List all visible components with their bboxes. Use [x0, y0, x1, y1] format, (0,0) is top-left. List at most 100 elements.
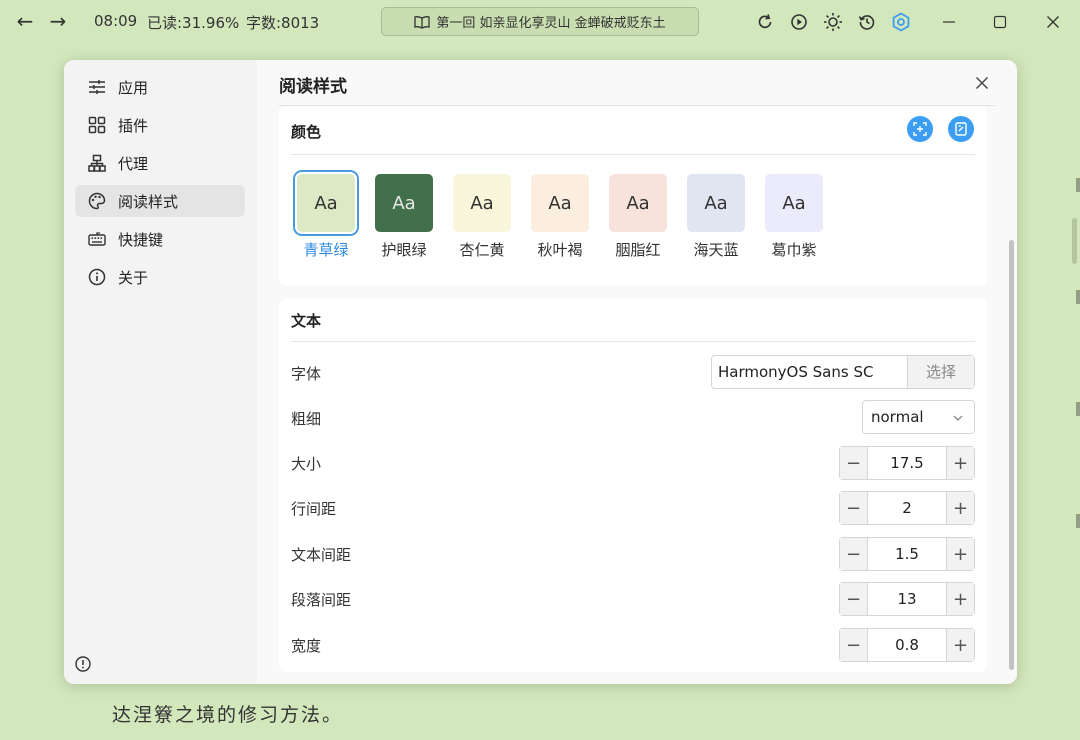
- brightness-icon[interactable]: [821, 10, 845, 34]
- decrease-button[interactable]: −: [840, 447, 868, 479]
- swatch-sample: Aa: [548, 192, 572, 214]
- page-title: 阅读样式: [279, 77, 347, 97]
- sidebar-item-proxy[interactable]: 代理: [75, 147, 245, 179]
- dialog-scrollbar[interactable]: [1009, 240, 1014, 670]
- choose-font-button[interactable]: 选择: [907, 356, 974, 388]
- swatch-sample: Aa: [626, 192, 650, 214]
- line-height-value[interactable]: 2: [868, 492, 946, 524]
- reading-text: 达涅簝之境的修习方法。: [112, 704, 344, 726]
- title-bar: ← → 08:09 已读:31.96% 字数:8013 第一回 如亲显化享灵山 …: [0, 0, 1080, 44]
- size-label: 大小: [291, 455, 322, 473]
- maximize-icon[interactable]: [988, 10, 1012, 34]
- size-value[interactable]: 17.5: [868, 447, 946, 479]
- custom-color-icon[interactable]: [907, 116, 933, 142]
- width-stepper: − 0.8 +: [839, 628, 975, 662]
- swatch-grass-green[interactable]: Aa: [297, 174, 355, 232]
- sidebar-item-shortcuts[interactable]: 快捷键: [75, 223, 245, 255]
- swatch-label: 葛巾紫: [771, 241, 817, 259]
- history-icon[interactable]: [855, 10, 879, 34]
- chapter-title: 第一回 如亲显化享灵山 金蝉破戒贬东土: [436, 16, 666, 31]
- grid-icon: [87, 115, 107, 135]
- swatch-rouge-red[interactable]: Aa: [609, 174, 667, 232]
- swatch-label: 秋叶褐: [537, 241, 583, 259]
- text-section: 文本 字体 HarmonyOS Sans SC 选择 粗细 normal 大小 …: [279, 298, 987, 672]
- letter-spacing-label: 文本间距: [291, 546, 352, 564]
- play-icon[interactable]: [787, 10, 811, 34]
- swatch-label: 杏仁黄: [459, 241, 505, 259]
- sidebar-item-app[interactable]: 应用: [75, 71, 245, 103]
- sidebar-item-reading-style[interactable]: 阅读样式: [75, 185, 245, 217]
- decrease-button[interactable]: −: [840, 583, 868, 615]
- clipped-text-fragment: [1076, 514, 1080, 528]
- sidebar-item-label: 阅读样式: [118, 192, 179, 211]
- swatch-sample: Aa: [314, 192, 338, 214]
- info-icon[interactable]: [74, 655, 92, 673]
- color-section: 颜色 Aa 青草绿 Aa 护眼绿 Aa 杏仁黄 Aa 秋叶褐 Aa 胭脂红 Aa…: [279, 106, 987, 286]
- network-icon: [87, 153, 107, 173]
- forward-arrow-icon[interactable]: →: [45, 9, 71, 33]
- width-label: 宽度: [291, 637, 322, 655]
- increase-button[interactable]: +: [946, 447, 974, 479]
- line-height-stepper: − 2 +: [839, 491, 975, 525]
- sidebar-item-label: 代理: [118, 154, 149, 173]
- chapter-selector[interactable]: 第一回 如亲显化享灵山 金蝉破戒贬东土: [381, 7, 699, 36]
- letter-spacing-value[interactable]: 1.5: [868, 538, 946, 570]
- swatch-autumn-brown[interactable]: Aa: [531, 174, 589, 232]
- text-section-title: 文本: [291, 312, 322, 330]
- clipped-text-fragment: [1076, 290, 1080, 304]
- sidebar-item-about[interactable]: 关于: [75, 261, 245, 293]
- font-value[interactable]: HarmonyOS Sans SC: [712, 356, 907, 388]
- width-value[interactable]: 0.8: [868, 629, 946, 661]
- section-divider: [291, 154, 975, 155]
- sidebar-item-label: 插件: [118, 116, 149, 135]
- decrease-button[interactable]: −: [840, 492, 868, 524]
- clock-time: 08:09: [94, 12, 138, 30]
- settings-dialog: 应用 插件 代理 阅读样式 快捷键 关于 阅读样式 颜色 Aa 青草绿 Aa 护…: [64, 60, 1017, 684]
- weight-select[interactable]: normal: [862, 400, 975, 434]
- decrease-button[interactable]: −: [840, 538, 868, 570]
- color-section-title: 颜色: [291, 123, 322, 141]
- sidebar-item-label: 应用: [118, 78, 149, 97]
- clipped-text-fragment: [1076, 402, 1080, 416]
- weight-value: normal: [871, 408, 924, 426]
- size-stepper: − 17.5 +: [839, 446, 975, 480]
- swatch-sample: Aa: [782, 192, 806, 214]
- swatch-eye-care-green[interactable]: Aa: [375, 174, 433, 232]
- swatch-sample: Aa: [392, 192, 416, 214]
- close-window-icon[interactable]: [1041, 10, 1065, 34]
- increase-button[interactable]: +: [946, 629, 974, 661]
- keyboard-icon: [87, 229, 107, 249]
- swatch-kudzu-purple[interactable]: Aa: [765, 174, 823, 232]
- chevron-down-icon: [953, 415, 963, 421]
- increase-button[interactable]: +: [946, 538, 974, 570]
- word-count: 字数:8013: [246, 14, 320, 32]
- settings-icon[interactable]: [889, 10, 913, 34]
- font-label: 字体: [291, 365, 322, 383]
- swatch-label: 护眼绿: [381, 241, 427, 259]
- info-icon: [87, 267, 107, 287]
- swatch-sky-blue[interactable]: Aa: [687, 174, 745, 232]
- read-progress: 已读:31.96%: [147, 14, 240, 32]
- increase-button[interactable]: +: [946, 583, 974, 615]
- decrease-button[interactable]: −: [840, 629, 868, 661]
- page-scrollbar[interactable]: [1072, 218, 1077, 264]
- section-divider: [291, 341, 975, 342]
- weight-label: 粗细: [291, 410, 322, 428]
- paragraph-spacing-value[interactable]: 13: [868, 583, 946, 615]
- settings-sidebar: 应用 插件 代理 阅读样式 快捷键 关于: [64, 60, 257, 684]
- back-arrow-icon[interactable]: ←: [12, 9, 38, 33]
- swatch-almond-yellow[interactable]: Aa: [453, 174, 511, 232]
- increase-button[interactable]: +: [946, 492, 974, 524]
- sidebar-item-label: 关于: [118, 268, 149, 287]
- book-icon: [414, 15, 431, 29]
- refresh-icon[interactable]: [753, 10, 777, 34]
- swatch-label: 海天蓝: [693, 241, 739, 259]
- letter-spacing-stepper: − 1.5 +: [839, 537, 975, 571]
- sidebar-item-label: 快捷键: [118, 230, 164, 249]
- paragraph-spacing-stepper: − 13 +: [839, 582, 975, 616]
- close-dialog-icon[interactable]: [971, 72, 993, 94]
- sidebar-item-plugins[interactable]: 插件: [75, 109, 245, 141]
- edit-style-icon[interactable]: [948, 116, 974, 142]
- sliders-icon: [87, 77, 107, 97]
- minimize-icon[interactable]: [937, 10, 961, 34]
